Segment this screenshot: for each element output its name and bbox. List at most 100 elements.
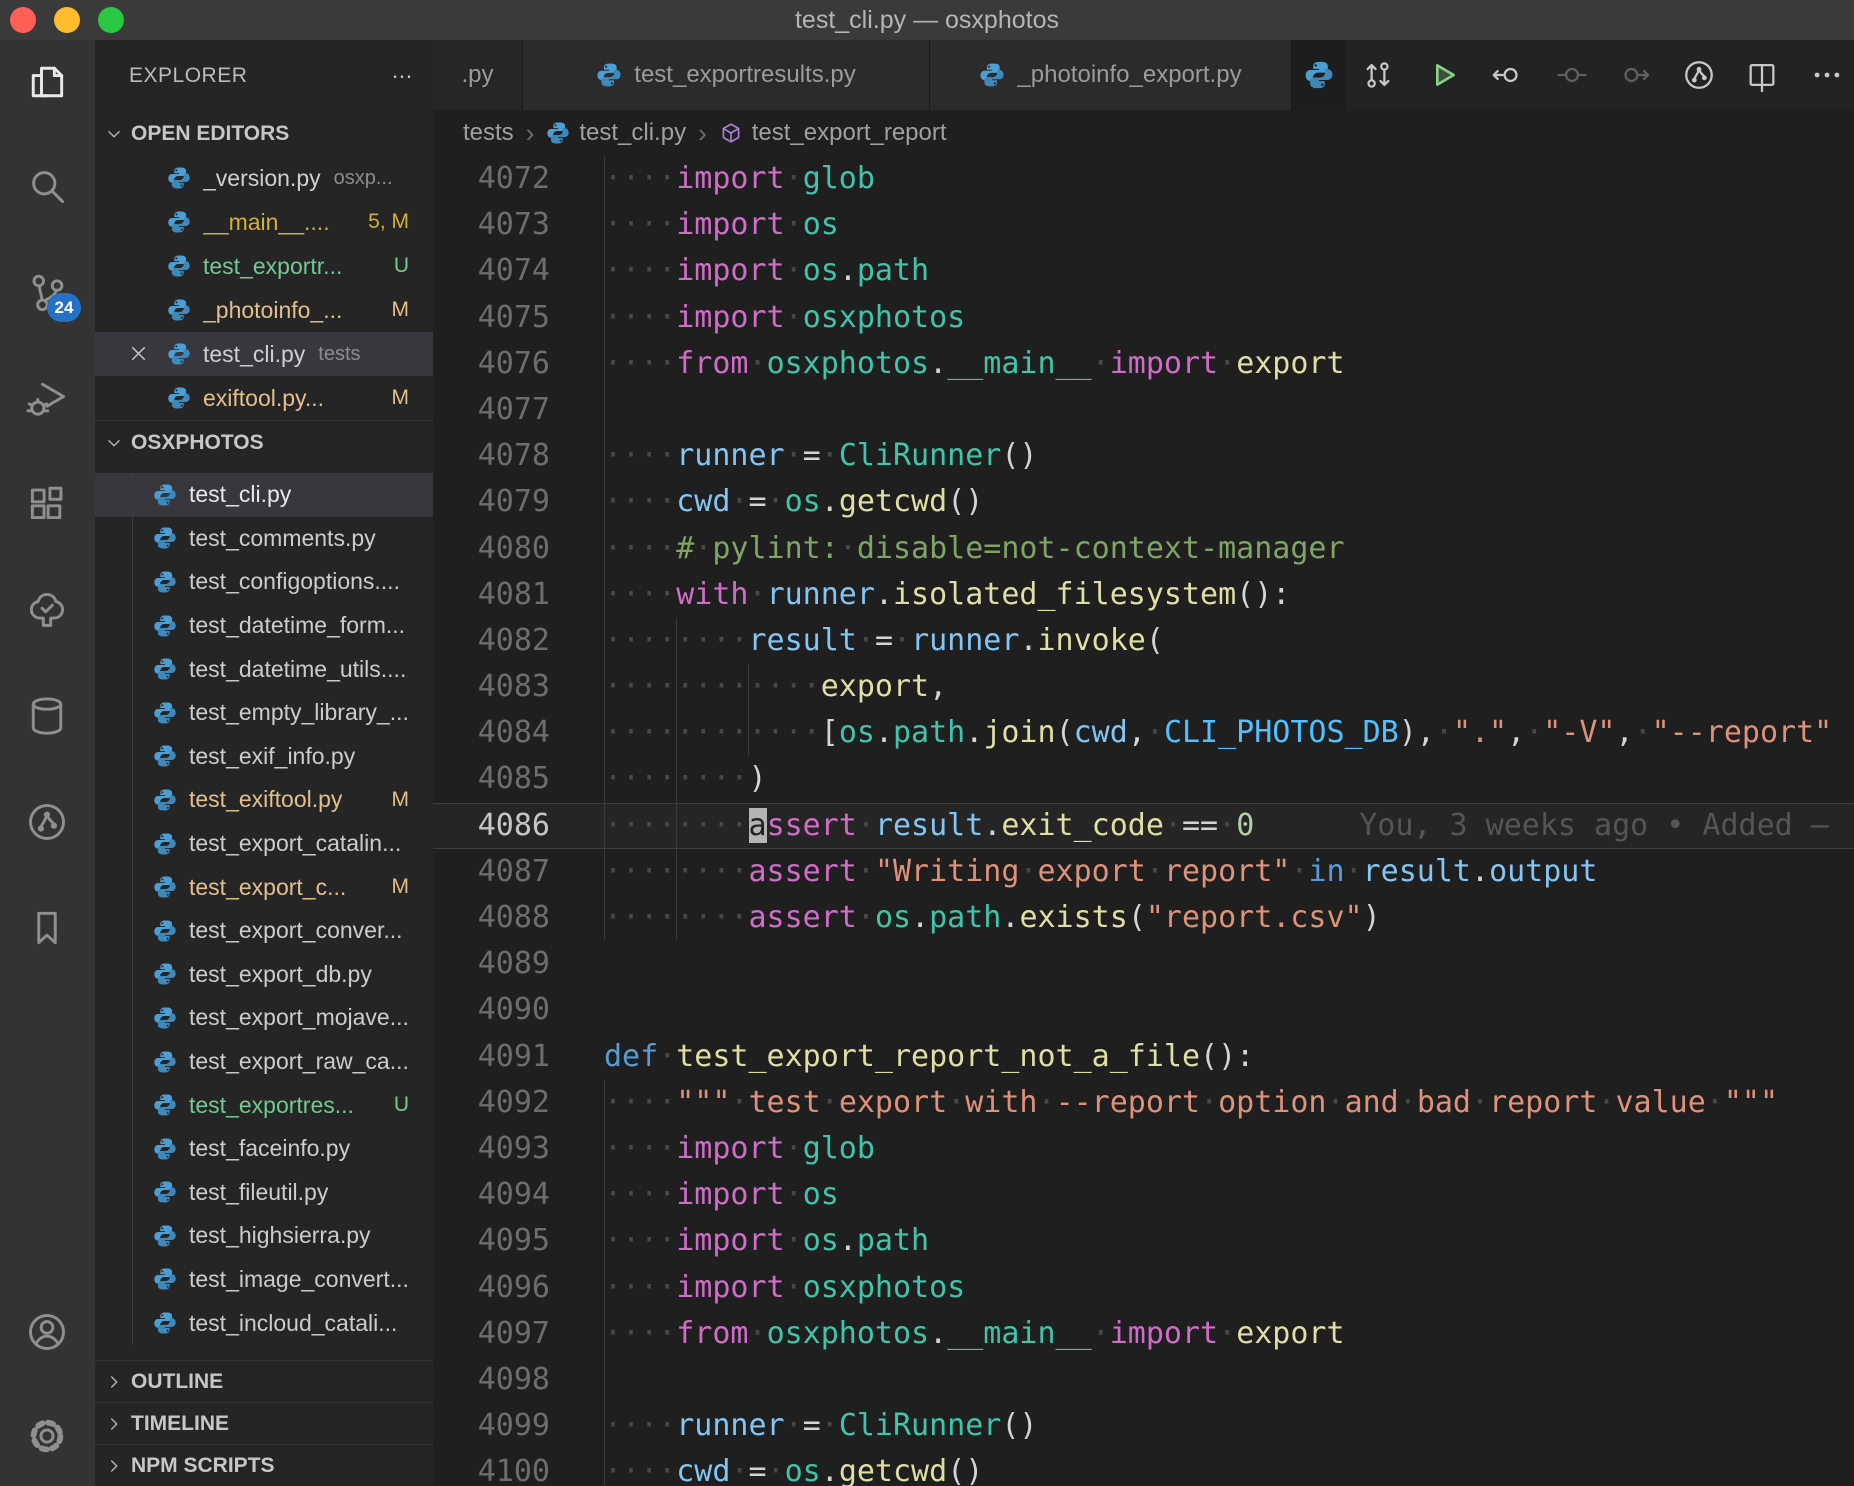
code-line-4091[interactable]: 4091def·test_export_report_not_a_file(): bbox=[433, 1034, 1854, 1080]
tree-item-test_incloud_catali...[interactable]: test_incloud_catali... bbox=[95, 1301, 433, 1345]
tab-python-icon-only[interactable] bbox=[1292, 40, 1346, 110]
tree-item-test_fileutil.py[interactable]: test_fileutil.py bbox=[95, 1171, 433, 1215]
code-line-4084[interactable]: 4084············[os.path.join(cwd,·CLI_P… bbox=[433, 710, 1854, 756]
open-editor-test_exportr...[interactable]: test_exportr...U bbox=[95, 244, 433, 288]
tree-item-test_cli.py[interactable]: test_cli.py bbox=[95, 473, 433, 517]
code-line-4093[interactable]: 4093····import·glob bbox=[433, 1126, 1854, 1172]
open-editor-_version.py[interactable]: _version.pyosxp... bbox=[95, 156, 433, 200]
code-line-4100[interactable]: 4100····cwd·=·os.getcwd() bbox=[433, 1449, 1854, 1486]
code-line-4095[interactable]: 4095····import·os.path bbox=[433, 1218, 1854, 1264]
glyph-margin bbox=[550, 1034, 604, 1080]
code-line-4099[interactable]: 4099····runner·=·CliRunner() bbox=[433, 1403, 1854, 1449]
compare-changes-icon[interactable] bbox=[1356, 53, 1400, 97]
tree-item-test_faceinfo.py[interactable]: test_faceinfo.py bbox=[95, 1127, 433, 1171]
code-line-4082[interactable]: 4082········result·=·runner.invoke( bbox=[433, 618, 1854, 664]
code-line-4083[interactable]: 4083············export, bbox=[433, 664, 1854, 710]
glyph-margin bbox=[550, 710, 604, 756]
tree-item-test_highsierra.py[interactable]: test_highsierra.py bbox=[95, 1214, 433, 1258]
section-header-outline[interactable]: OUTLINE bbox=[95, 1360, 433, 1402]
activity-item-extensions-icon[interactable] bbox=[23, 480, 71, 528]
code-line-4094[interactable]: 4094····import·os bbox=[433, 1172, 1854, 1218]
code-line-4089[interactable]: 4089 bbox=[433, 941, 1854, 987]
tree-item-test_empty_library_...[interactable]: test_empty_library_... bbox=[95, 691, 433, 735]
zoom-button[interactable] bbox=[98, 7, 124, 33]
code-line-4072[interactable]: 4072····import·glob bbox=[433, 156, 1854, 202]
tree-item-test_export_c...[interactable]: test_export_c...M bbox=[95, 865, 433, 909]
code-line-4076[interactable]: 4076····from·osxphotos.__main__·import·e… bbox=[433, 341, 1854, 387]
activity-item-files-icon[interactable] bbox=[23, 58, 71, 106]
breadcrumb-item-test_export_report[interactable]: test_export_report bbox=[719, 119, 947, 147]
close-button[interactable] bbox=[10, 7, 36, 33]
code-line-4079[interactable]: 4079····cwd·=·os.getcwd() bbox=[433, 479, 1854, 525]
code-line-4097[interactable]: 4097····from·osxphotos.__main__·import·e… bbox=[433, 1311, 1854, 1357]
tree-item-test_export_mojave...[interactable]: test_export_mojave... bbox=[95, 996, 433, 1040]
step-out-icon[interactable] bbox=[1613, 53, 1657, 97]
open-editor-exiftool.py...[interactable]: exiftool.py...M bbox=[95, 376, 433, 420]
code-area[interactable]: 4072····import·glob4073····import·os4074… bbox=[433, 156, 1854, 1486]
code-line-4080[interactable]: 4080····#·pylint:·disable=not-context-ma… bbox=[433, 526, 1854, 572]
open-editors-section-header[interactable]: OPEN EDITORS bbox=[95, 112, 433, 156]
code-line-4092[interactable]: 4092····"""·test·export·with·--report·op… bbox=[433, 1080, 1854, 1126]
tree-item-test_export_raw_ca...[interactable]: test_export_raw_ca... bbox=[95, 1040, 433, 1084]
open-editor-__main__....[interactable]: __main__....5, M bbox=[95, 200, 433, 244]
activity-item-test-tree-icon[interactable] bbox=[23, 586, 71, 634]
code-line-4075[interactable]: 4075····import·osxphotos bbox=[433, 295, 1854, 341]
tree-item-test_comments.py[interactable]: test_comments.py bbox=[95, 517, 433, 561]
code-line-4073[interactable]: 4073····import·os bbox=[433, 202, 1854, 248]
step-over-icon[interactable] bbox=[1550, 53, 1594, 97]
activity-item-source-control-icon[interactable]: 24 bbox=[23, 268, 71, 316]
tab-.py[interactable]: .py bbox=[433, 40, 523, 110]
more-actions-icon[interactable] bbox=[1805, 53, 1849, 97]
code-line-4098[interactable]: 4098 bbox=[433, 1357, 1854, 1403]
code-line-4077[interactable]: 4077 bbox=[433, 387, 1854, 433]
breadcrumb-item-tests[interactable]: tests bbox=[463, 119, 514, 147]
tab-_photoinfo_export.py[interactable]: _photoinfo_export.py bbox=[930, 40, 1292, 110]
tree-item-test_datetime_utils....[interactable]: test_datetime_utils.... bbox=[95, 647, 433, 691]
code-line-4090[interactable]: 4090 bbox=[433, 987, 1854, 1033]
osxphotos-section-header[interactable]: OSXPHOTOS bbox=[95, 420, 433, 464]
line-number: 4072 bbox=[433, 156, 550, 202]
activity-item-git-graph-icon[interactable] bbox=[23, 798, 71, 846]
tree-item-test_datetime_form...[interactable]: test_datetime_form... bbox=[95, 604, 433, 648]
tree-item-test_exiftool.py[interactable]: test_exiftool.pyM bbox=[95, 778, 433, 822]
activity-item-database-icon[interactable] bbox=[23, 692, 71, 740]
tree-item-test_export_db.py[interactable]: test_export_db.py bbox=[95, 953, 433, 997]
activity-item-bookmark-icon[interactable] bbox=[23, 904, 71, 952]
code-text: ····import·os.path bbox=[604, 248, 929, 294]
split-editor-icon[interactable] bbox=[1740, 53, 1784, 97]
code-line-4086[interactable]: 4086········assert·result.exit_code·==·0… bbox=[433, 803, 1854, 849]
activity-item-run-debug-icon[interactable] bbox=[23, 374, 71, 422]
code-line-4088[interactable]: 4088········assert·os.path.exists("repor… bbox=[433, 895, 1854, 941]
code-line-4087[interactable]: 4087········assert·"Writing·export·repor… bbox=[433, 849, 1854, 895]
code-line-4074[interactable]: 4074····import·os.path bbox=[433, 248, 1854, 294]
code-line-4085[interactable]: 4085········) bbox=[433, 756, 1854, 802]
open-editor-_photoinfo_...[interactable]: _photoinfo_...M bbox=[95, 288, 433, 332]
activity-item-gear-icon[interactable] bbox=[23, 1412, 71, 1460]
code-line-4078[interactable]: 4078····runner·=·CliRunner() bbox=[433, 433, 1854, 479]
code-line-4081[interactable]: 4081····with·runner.isolated_filesystem(… bbox=[433, 572, 1854, 618]
code-line-4096[interactable]: 4096····import·osxphotos bbox=[433, 1265, 1854, 1311]
minimize-button[interactable] bbox=[54, 7, 80, 33]
section-header-npm-scripts[interactable]: NPM SCRIPTS bbox=[95, 1444, 433, 1486]
file-name: test_highsierra.py bbox=[189, 1222, 371, 1249]
code-text: ········assert·os.path.exists("report.cs… bbox=[604, 895, 1381, 941]
step-back-icon[interactable] bbox=[1485, 53, 1529, 97]
tree-item-test_exportres...[interactable]: test_exportres...U bbox=[95, 1083, 433, 1127]
line-number: 4090 bbox=[433, 987, 550, 1033]
run-icon[interactable] bbox=[1421, 53, 1465, 97]
activity-item-account-icon[interactable] bbox=[23, 1308, 71, 1356]
activity-item-search-icon[interactable] bbox=[23, 162, 71, 210]
git-history-icon[interactable] bbox=[1677, 53, 1721, 97]
tree-item-test_export_catalin...[interactable]: test_export_catalin... bbox=[95, 822, 433, 866]
breadcrumb-item-test_cli.py[interactable]: test_cli.py bbox=[546, 119, 686, 147]
close-icon[interactable] bbox=[127, 342, 150, 365]
tree-item-test_export_conver...[interactable]: test_export_conver... bbox=[95, 909, 433, 953]
tree-item-test_configoptions....[interactable]: test_configoptions.... bbox=[95, 560, 433, 604]
tree-item-test_image_convert...[interactable]: test_image_convert... bbox=[95, 1258, 433, 1302]
tab-test_exportresults.py[interactable]: test_exportresults.py bbox=[523, 40, 930, 110]
open-editor-test_cli.py[interactable]: test_cli.pytests bbox=[95, 332, 433, 376]
section-header-timeline[interactable]: TIMELINE bbox=[95, 1402, 433, 1444]
git-status-badge: M bbox=[382, 875, 410, 899]
tree-item-test_exif_info.py[interactable]: test_exif_info.py bbox=[95, 735, 433, 779]
views-more-actions-icon[interactable]: ⋯ bbox=[392, 64, 414, 89]
